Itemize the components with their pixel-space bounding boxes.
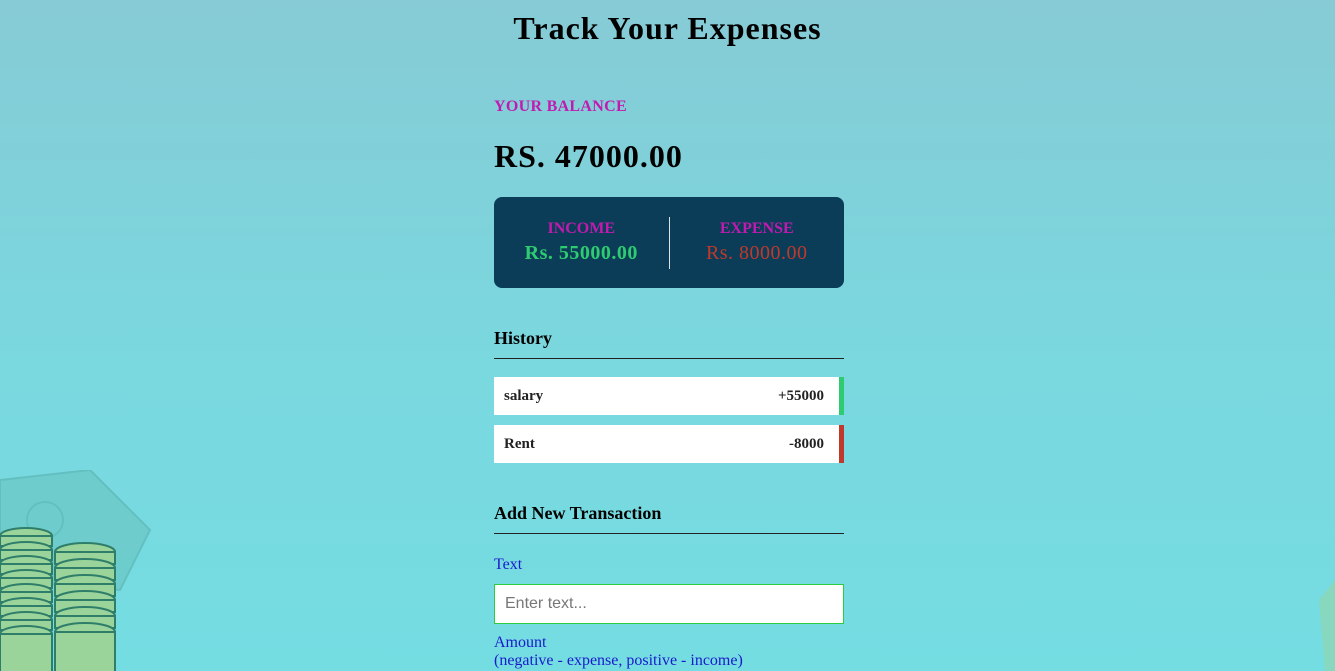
- history-item-text: Rent: [504, 435, 535, 452]
- income-expense-card: INCOME Rs. 55000.00 EXPENSE Rs. 8000.00: [494, 197, 844, 288]
- history-item-amount: +55000: [777, 387, 824, 404]
- history-item[interactable]: Rent -8000: [494, 425, 844, 463]
- history-heading: History: [494, 328, 844, 359]
- expense-summary: EXPENSE Rs. 8000.00: [670, 220, 845, 265]
- history-item[interactable]: salary +55000: [494, 377, 844, 415]
- history-list: salary +55000 Rent -8000: [494, 377, 844, 473]
- money-coins-illustration: [0, 470, 152, 671]
- history-item-amount: -8000: [789, 435, 824, 452]
- income-summary: INCOME Rs. 55000.00: [494, 220, 669, 265]
- expense-label: EXPENSE: [719, 220, 794, 237]
- page-title: Track Your Expenses: [513, 10, 822, 46]
- text-input[interactable]: [494, 584, 844, 624]
- balance-value: RS. 47000.00: [494, 138, 683, 174]
- income-label: INCOME: [547, 220, 616, 237]
- expense-value: Rs. 8000.00: [705, 242, 808, 264]
- amount-label-text: Amount: [494, 634, 547, 651]
- text-field-label: Text: [494, 556, 523, 573]
- money-bill-illustration: [1319, 580, 1335, 671]
- income-value: Rs. 55000.00: [524, 242, 638, 264]
- history-item-text: salary: [504, 387, 544, 404]
- amount-field-label: Amount (negative - expense, positive - i…: [494, 634, 743, 670]
- amount-hint-text: (negative - expense, positive - income): [494, 652, 743, 669]
- summary-divider: [668, 216, 670, 269]
- balance-label: YOUR BALANCE: [494, 98, 627, 115]
- add-transaction-heading: Add New Transaction: [494, 503, 844, 534]
